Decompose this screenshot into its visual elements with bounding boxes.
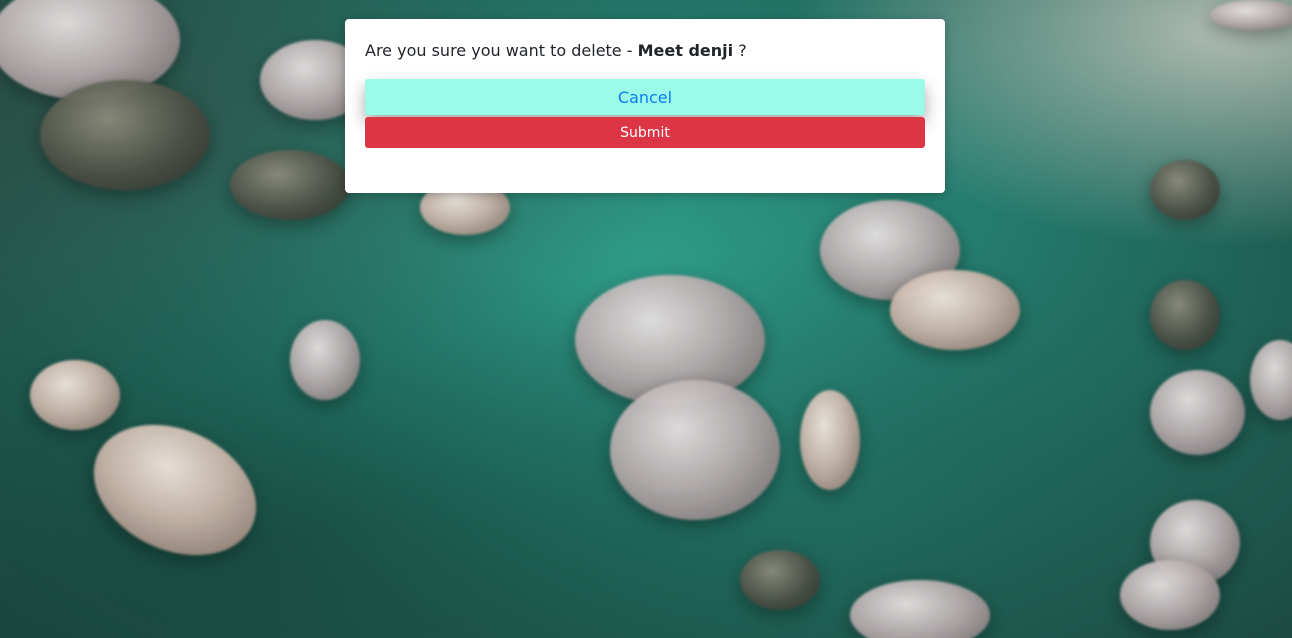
rock-4	[230, 150, 350, 220]
delete-confirm-dialog: Are you sure you want to delete - Meet d…	[345, 19, 945, 193]
rock-14	[1150, 370, 1245, 455]
rock-7	[290, 320, 360, 400]
rock-16	[1120, 560, 1220, 630]
rock-22	[740, 550, 820, 610]
rock-11	[800, 390, 860, 490]
confirm-message: Are you sure you want to delete - Meet d…	[365, 41, 747, 60]
rock-2	[40, 80, 210, 190]
rock-13	[890, 270, 1020, 350]
rock-10	[610, 380, 780, 520]
rock-5	[30, 360, 120, 430]
confirm-message-suffix: ?	[733, 41, 747, 60]
cancel-button[interactable]: Cancel	[365, 79, 925, 115]
item-name: Meet denji	[637, 41, 734, 60]
submit-button[interactable]: Submit	[365, 117, 925, 148]
rock-18	[1150, 160, 1220, 220]
confirm-message-prefix: Are you sure you want to delete -	[365, 41, 638, 60]
rock-21	[1210, 0, 1292, 30]
rock-19	[1150, 280, 1220, 350]
